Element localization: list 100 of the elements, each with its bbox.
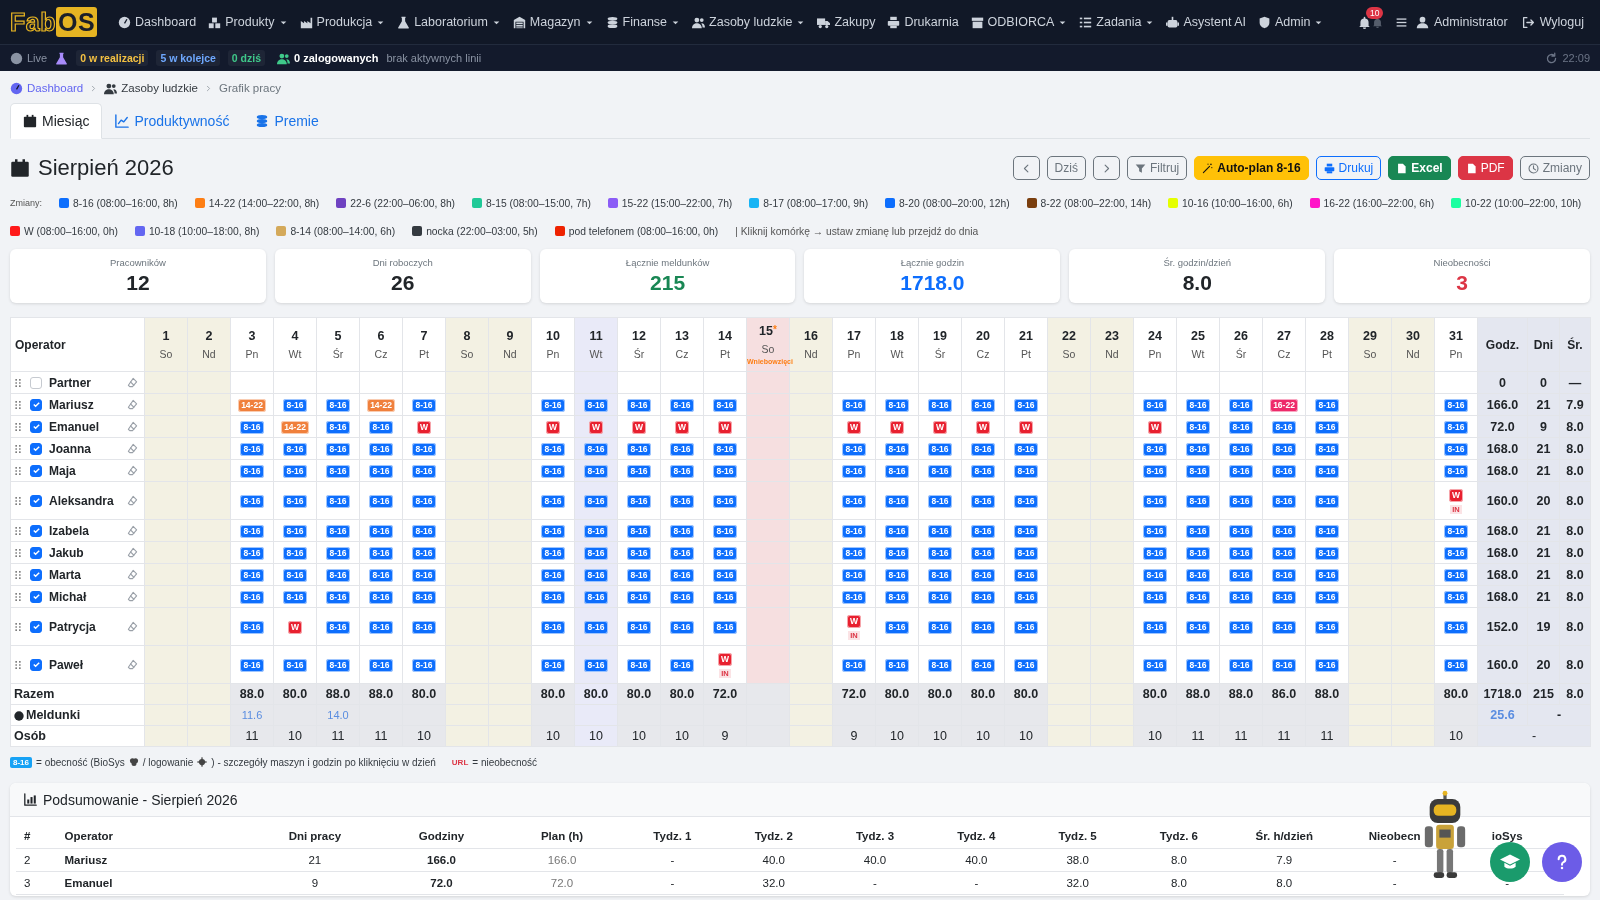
shift-tag[interactable]: 8-16 [670,465,694,478]
checkbox[interactable] [30,376,42,389]
shift-tag[interactable]: 8-16 [627,443,651,456]
shift-tag[interactable]: 8-16 [885,495,909,508]
shift-tag[interactable]: 8-16 [412,569,436,582]
shift-tag[interactable]: 8-16 [412,659,436,672]
shift-tag[interactable]: 8-16 [1315,421,1339,434]
shift-tag[interactable]: W [1148,421,1162,434]
shift-tag[interactable]: 8-16 [412,399,436,412]
shift-tag[interactable]: 8-16 [1272,569,1296,582]
auto-plan-button[interactable]: Auto-plan 8-16 [1194,156,1309,180]
shift-tag[interactable]: 14-22 [281,421,309,434]
day-number[interactable]: 23 [1091,329,1133,343]
shift-tag[interactable]: 8-16 [1444,525,1468,538]
shift-tag[interactable]: 8-16 [1315,495,1339,508]
shift-tag[interactable]: 8-16 [713,525,737,538]
shift-tag[interactable]: 8-16 [713,547,737,560]
shift-tag[interactable]: 8-16 [584,465,608,478]
day-number[interactable]: 19 [919,329,961,343]
shift-tag[interactable]: W [675,421,689,434]
shift-tag[interactable]: W [632,421,646,434]
shift-tag[interactable]: 8-16 [842,591,866,604]
shift-tag[interactable]: 8-16 [928,569,952,582]
shift-tag[interactable]: 8-16 [842,443,866,456]
shift-tag[interactable]: 8-16 [240,547,264,560]
shift-tag[interactable]: 8-16 [1315,399,1339,412]
shift-tag[interactable]: 8-16 [541,659,565,672]
day-number[interactable]: 26 [1220,329,1262,343]
checkbox[interactable] [30,464,42,477]
day-number[interactable]: 27 [1263,329,1305,343]
shift-tag[interactable]: 8-16 [326,569,350,582]
nav-menu-item[interactable]: ODBIORCA [965,11,1073,33]
nav-menu-item[interactable]: Dashboard [113,11,202,33]
shift-tag[interactable]: 8-16 [928,659,952,672]
day-number[interactable]: 16 [790,329,832,343]
logout-link[interactable]: Wyloguj [1515,11,1590,33]
shift-tag[interactable]: 8-16 [283,591,307,604]
shift-tag[interactable]: 8-16 [326,495,350,508]
shift-tag[interactable]: 8-16 [971,443,995,456]
shift-tag[interactable]: 8-16 [240,495,264,508]
shift-tag[interactable]: 8-16 [541,443,565,456]
shift-tag[interactable]: 8-16 [928,525,952,538]
nav-menu-item[interactable]: Admin [1253,11,1329,33]
checkbox[interactable] [30,398,42,411]
shift-tag[interactable]: 8-16 [713,495,737,508]
shift-tag[interactable]: 8-16 [283,659,307,672]
shift-tag[interactable]: 8-16 [1444,659,1468,672]
shift-tag[interactable]: 8-16 [584,547,608,560]
shift-tag[interactable]: 8-16 [627,525,651,538]
shift-tag[interactable]: 8-16 [842,399,866,412]
shift-tag[interactable]: 8-16 [1272,621,1296,634]
shift-tag[interactable]: 8-16 [584,399,608,412]
shift-tag[interactable]: 8-16 [1186,465,1210,478]
nav-menu-item[interactable]: Asystent AI [1161,11,1251,33]
shift-tag[interactable]: 8-16 [1272,591,1296,604]
shift-tag[interactable]: 8-16 [1315,525,1339,538]
checkbox[interactable] [30,590,42,603]
shift-tag[interactable]: 8-16 [627,399,651,412]
shift-tag[interactable]: 8-16 [971,525,995,538]
shift-tag[interactable]: 8-16 [670,569,694,582]
shift-tag[interactable]: 8-16 [1229,525,1253,538]
shift-tag[interactable]: 8-16 [240,569,264,582]
shift-tag[interactable]: 8-16 [240,443,264,456]
shift-tag[interactable]: 8-16 [928,495,952,508]
tab[interactable]: Premie [242,103,332,139]
shift-tag[interactable]: 8-16 [713,591,737,604]
shift-tag[interactable]: 8-16 [670,495,694,508]
nav-menu-item[interactable]: Zakupy [812,11,881,33]
shift-tag[interactable]: 8-16 [928,591,952,604]
day-number[interactable]: 1 [145,329,187,343]
shift-tag[interactable]: 8-16 [1444,421,1468,434]
shift-tag[interactable]: 8-16 [928,443,952,456]
shift-tag[interactable]: 8-16 [1272,525,1296,538]
shift-tag[interactable]: 8-16 [1186,547,1210,560]
shift-tag[interactable]: 8-16 [541,525,565,538]
shift-tag[interactable]: 8-16 [1014,399,1038,412]
shift-tag[interactable]: W [847,615,861,628]
shift-tag[interactable]: 8-16 [240,421,264,434]
shift-tag[interactable]: W [546,421,560,434]
shift-tag[interactable]: 8-16 [627,495,651,508]
user-menu-link[interactable]: Administrator [1410,11,1514,33]
shift-tag[interactable]: 8-16 [1186,399,1210,412]
shift-tag[interactable]: 8-16 [326,525,350,538]
breadcrumb-link[interactable]: Zasoby ludzkie [104,81,198,95]
shift-tag[interactable]: 8-16 [326,621,350,634]
shift-tag[interactable]: 8-16 [713,569,737,582]
shift-tag[interactable]: 8-16 [1315,443,1339,456]
day-number[interactable]: 9 [489,329,531,343]
shift-tag[interactable]: 8-16 [1186,621,1210,634]
shift-tag[interactable]: 8-16 [1186,495,1210,508]
shift-tag[interactable]: 8-16 [541,621,565,634]
nav-menu-item[interactable]: Produkty [203,11,293,33]
shift-tag[interactable]: 8-16 [283,495,307,508]
next-button[interactable] [1092,156,1120,180]
breadcrumb-link[interactable]: Dashboard [10,81,84,95]
shift-tag[interactable]: 8-16 [283,399,307,412]
shift-tag[interactable]: 8-16 [369,465,393,478]
checkbox[interactable] [30,546,42,559]
shift-tag[interactable]: 8-16 [971,495,995,508]
shift-tag[interactable]: 8-16 [1143,659,1167,672]
